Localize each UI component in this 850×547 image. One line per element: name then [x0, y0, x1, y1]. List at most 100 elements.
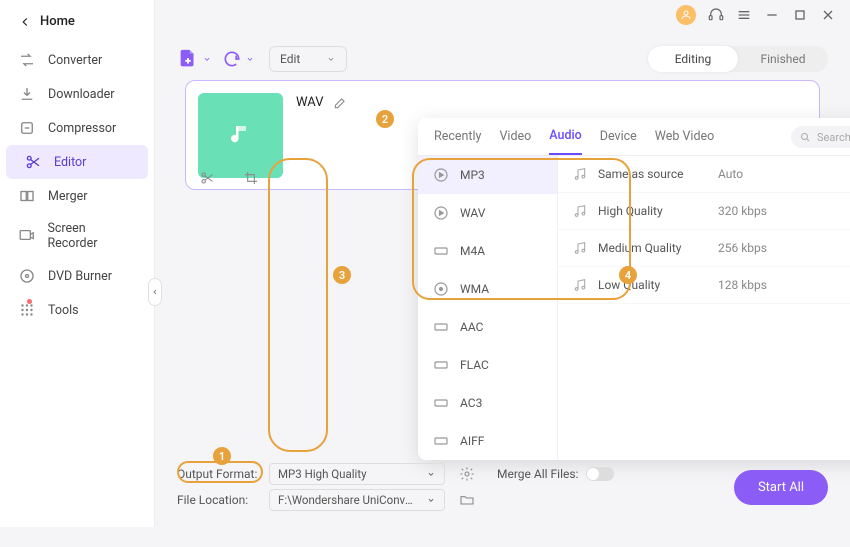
output-format-select[interactable]: MP3 High Quality	[269, 463, 445, 485]
quality-medium[interactable]: Medium Quality256 kbps	[558, 230, 850, 267]
chevron-down-icon	[426, 495, 436, 505]
tab-recently[interactable]: Recently	[434, 129, 481, 154]
sidebar-item-label: Editor	[54, 155, 86, 170]
audio-format-icon	[432, 318, 450, 336]
sidebar-item-converter[interactable]: Converter	[0, 43, 154, 77]
quality-name: Medium Quality	[598, 241, 718, 255]
status-segment: Editing Finished	[648, 46, 828, 72]
callout-badge-4: 4	[619, 266, 637, 284]
file-location-value: F:\Wondershare UniConverter 1	[278, 493, 418, 507]
callout-badge-2: 2	[376, 110, 394, 128]
audio-format-icon	[432, 356, 450, 374]
quality-bitrate: 256 kbps	[718, 241, 850, 255]
format-aiff[interactable]: AIFF	[418, 422, 557, 460]
file-thumbnail[interactable]	[198, 93, 283, 178]
format-label: AC3	[460, 396, 482, 410]
screen-recorder-icon	[18, 227, 35, 245]
quality-name: Low Quality	[598, 278, 718, 292]
sidebar-item-merger[interactable]: Merger	[0, 179, 154, 213]
disc-icon	[18, 267, 36, 285]
audio-format-icon	[432, 394, 450, 412]
sidebar: Home Converter Downloader Compressor Edi…	[0, 0, 155, 527]
format-search[interactable]: Search	[791, 126, 850, 148]
music-icon	[572, 240, 588, 256]
file-title: WAV	[296, 95, 323, 110]
format-m4a[interactable]: M4A	[418, 232, 557, 270]
format-ac3[interactable]: AC3	[418, 384, 557, 422]
folder-icon[interactable]	[459, 492, 475, 508]
merge-toggle[interactable]	[586, 467, 614, 481]
format-wma[interactable]: WMA	[418, 270, 557, 308]
music-icon	[572, 203, 588, 219]
gear-icon[interactable]	[459, 466, 475, 482]
chevron-down-icon	[245, 54, 255, 64]
start-all-label: Start All	[758, 480, 804, 495]
format-label: MP3	[460, 168, 485, 182]
quality-low[interactable]: Low Quality128 kbps	[558, 267, 850, 304]
sidebar-item-tools[interactable]: Tools	[0, 293, 154, 327]
sidebar-item-label: Compressor	[48, 121, 116, 136]
quality-name: Same as source	[598, 167, 718, 181]
back-home-button[interactable]: Home	[0, 6, 154, 43]
add-file-button[interactable]	[177, 48, 212, 70]
callout-badge-3: 3	[333, 266, 351, 284]
sidebar-item-label: DVD Burner	[48, 269, 112, 284]
segment-editing[interactable]: Editing	[648, 46, 738, 72]
format-label: AIFF	[460, 434, 484, 448]
music-icon	[572, 277, 588, 293]
format-aac[interactable]: AAC	[418, 308, 557, 346]
audio-format-icon	[432, 166, 450, 184]
crop-icon[interactable]	[243, 170, 259, 186]
format-flac[interactable]: FLAC	[418, 346, 557, 384]
sidebar-item-screen-recorder[interactable]: Screen Recorder	[0, 213, 154, 259]
audio-format-icon	[432, 204, 450, 222]
format-label: WAV	[460, 206, 485, 220]
music-note-icon	[226, 121, 256, 151]
quality-high[interactable]: High Quality320 kbps	[558, 193, 850, 230]
tab-audio[interactable]: Audio	[549, 128, 582, 155]
download-icon	[18, 85, 36, 103]
quality-same-as-source[interactable]: Same as sourceAuto	[558, 156, 850, 193]
grid-icon	[18, 301, 36, 319]
chevron-down-icon	[202, 54, 212, 64]
edit-dropdown-label: Edit	[280, 52, 300, 66]
new-dot-icon	[27, 299, 32, 304]
edit-dropdown[interactable]: Edit	[269, 46, 347, 72]
format-label: FLAC	[460, 358, 489, 372]
rename-icon[interactable]	[333, 96, 347, 110]
sidebar-item-downloader[interactable]: Downloader	[0, 77, 154, 111]
file-location-label: File Location:	[177, 493, 261, 507]
search-icon	[799, 131, 811, 143]
sidebar-item-dvd-burner[interactable]: DVD Burner	[0, 259, 154, 293]
audio-format-icon	[432, 280, 450, 298]
bottom-bar: Output Format: MP3 High Quality Merge Al…	[177, 461, 828, 517]
file-location-select[interactable]: F:\Wondershare UniConverter 1	[269, 489, 445, 511]
audio-format-icon	[432, 242, 450, 260]
format-mp3[interactable]: MP3	[418, 156, 557, 194]
format-wav[interactable]: WAV	[418, 194, 557, 232]
format-label: WMA	[460, 282, 489, 296]
tab-device[interactable]: Device	[600, 129, 637, 154]
chevron-down-icon	[426, 469, 436, 479]
callout-box-3	[268, 158, 328, 452]
merger-icon	[18, 187, 36, 205]
sidebar-item-editor[interactable]: Editor	[6, 145, 148, 179]
start-all-button[interactable]: Start All	[734, 470, 828, 505]
tab-web-video[interactable]: Web Video	[655, 129, 714, 154]
callout-badge-1: 1	[213, 447, 231, 465]
merge-label: Merge All Files:	[497, 467, 578, 481]
trim-icon[interactable]	[199, 170, 215, 186]
sidebar-item-compressor[interactable]: Compressor	[0, 111, 154, 145]
quality-bitrate: Auto	[718, 167, 850, 181]
audio-format-icon	[432, 432, 450, 450]
segment-finished[interactable]: Finished	[738, 46, 828, 72]
tab-video[interactable]: Video	[499, 129, 531, 154]
add-url-button[interactable]	[222, 49, 255, 69]
refresh-plus-icon	[222, 49, 242, 69]
quality-name: High Quality	[598, 204, 718, 218]
compressor-icon	[18, 119, 36, 137]
sidebar-item-label: Converter	[48, 53, 102, 68]
file-plus-icon	[177, 48, 199, 70]
search-placeholder: Search	[817, 131, 850, 144]
format-popup: Recently Video Audio Device Web Video Se…	[418, 118, 850, 460]
